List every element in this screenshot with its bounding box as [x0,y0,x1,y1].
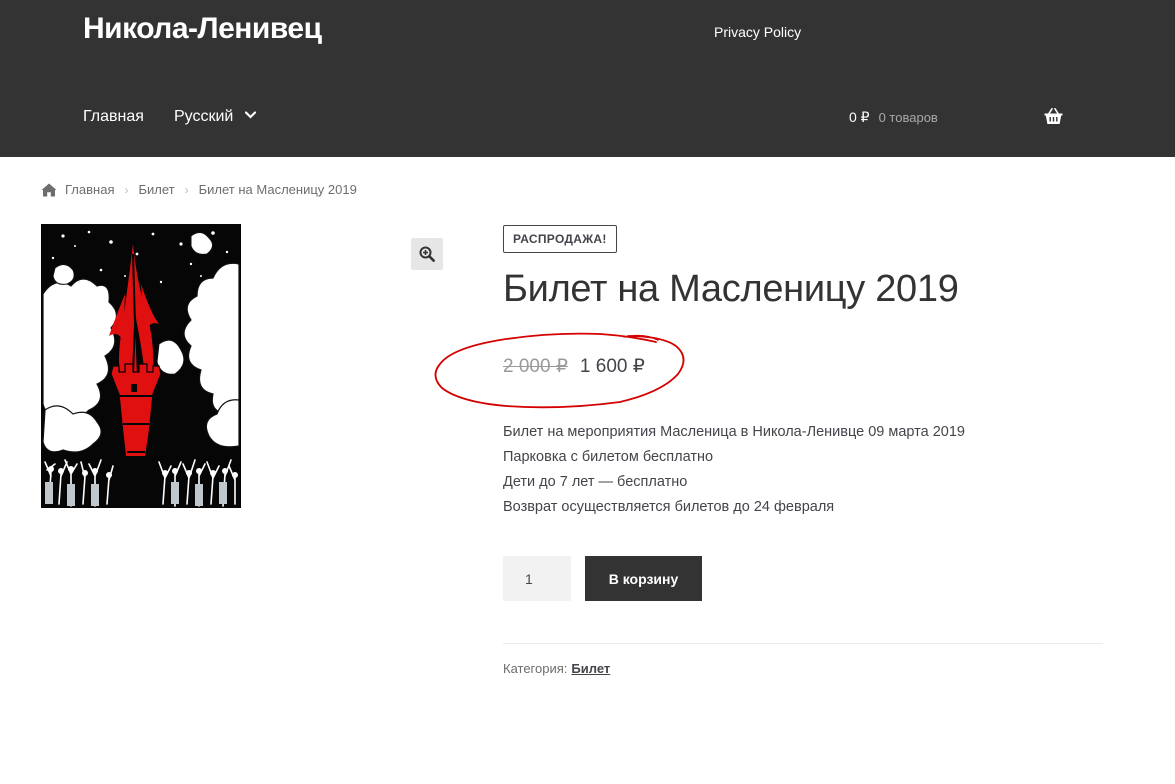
category-label: Категория: [503,661,568,676]
poster-illustration [41,224,241,508]
zoom-button[interactable] [411,238,443,270]
product-description: Билет на мероприятия Масленица в Никола-… [503,420,965,520]
sale-badge: РАСПРОДАЖА! [503,225,617,253]
divider [503,643,1103,644]
quantity-input[interactable] [503,556,571,601]
product-title: Билет на Масленицу 2019 [503,268,959,310]
breadcrumb-home[interactable]: Главная [65,182,114,197]
zoom-icon [419,246,435,262]
nav-item-home[interactable]: Главная [83,108,144,126]
breadcrumb-separator: › [184,182,189,197]
price-new: 1 600 ₽ [579,356,645,377]
breadcrumb-current: Билет на Масленицу 2019 [198,182,357,197]
home-icon [41,183,57,196]
add-to-cart-button[interactable]: В корзину [585,556,702,601]
product-meta: Категория: Билет [503,661,610,676]
language-label: Русский [174,108,234,125]
price: 2 000 ₽ 1 600 ₽ [503,355,645,378]
cart-summary[interactable]: 0 ₽ 0 товаров [849,109,938,126]
site-header: Никола-Ленивец Privacy Policy Главная Ру… [0,0,1175,157]
category-link[interactable]: Билет [571,661,610,676]
product-image[interactable] [41,224,241,508]
site-title[interactable]: Никола-Ленивец [83,12,322,46]
description-line: Билет на мероприятия Масленица в Никола-… [503,424,965,440]
description-line: Дети до 7 лет — бесплатно [503,474,688,490]
description-line: Возврат осуществляется билетов до 24 фев… [503,499,835,515]
breadcrumb: Главная › Билет › Билет на Масленицу 201… [41,182,357,197]
price-old: 2 000 ₽ [503,356,568,377]
breadcrumb-category[interactable]: Билет [138,182,174,197]
basket-icon[interactable] [1044,108,1063,125]
description-line: Парковка с билетом бесплатно [503,449,714,465]
cart-count: 0 товаров [878,110,938,125]
cart-amount: 0 ₽ [849,109,870,125]
breadcrumb-separator: › [124,182,129,197]
chevron-down-icon [245,106,257,124]
privacy-policy-link[interactable]: Privacy Policy [714,24,801,40]
language-menu[interactable]: Русский [174,106,257,126]
